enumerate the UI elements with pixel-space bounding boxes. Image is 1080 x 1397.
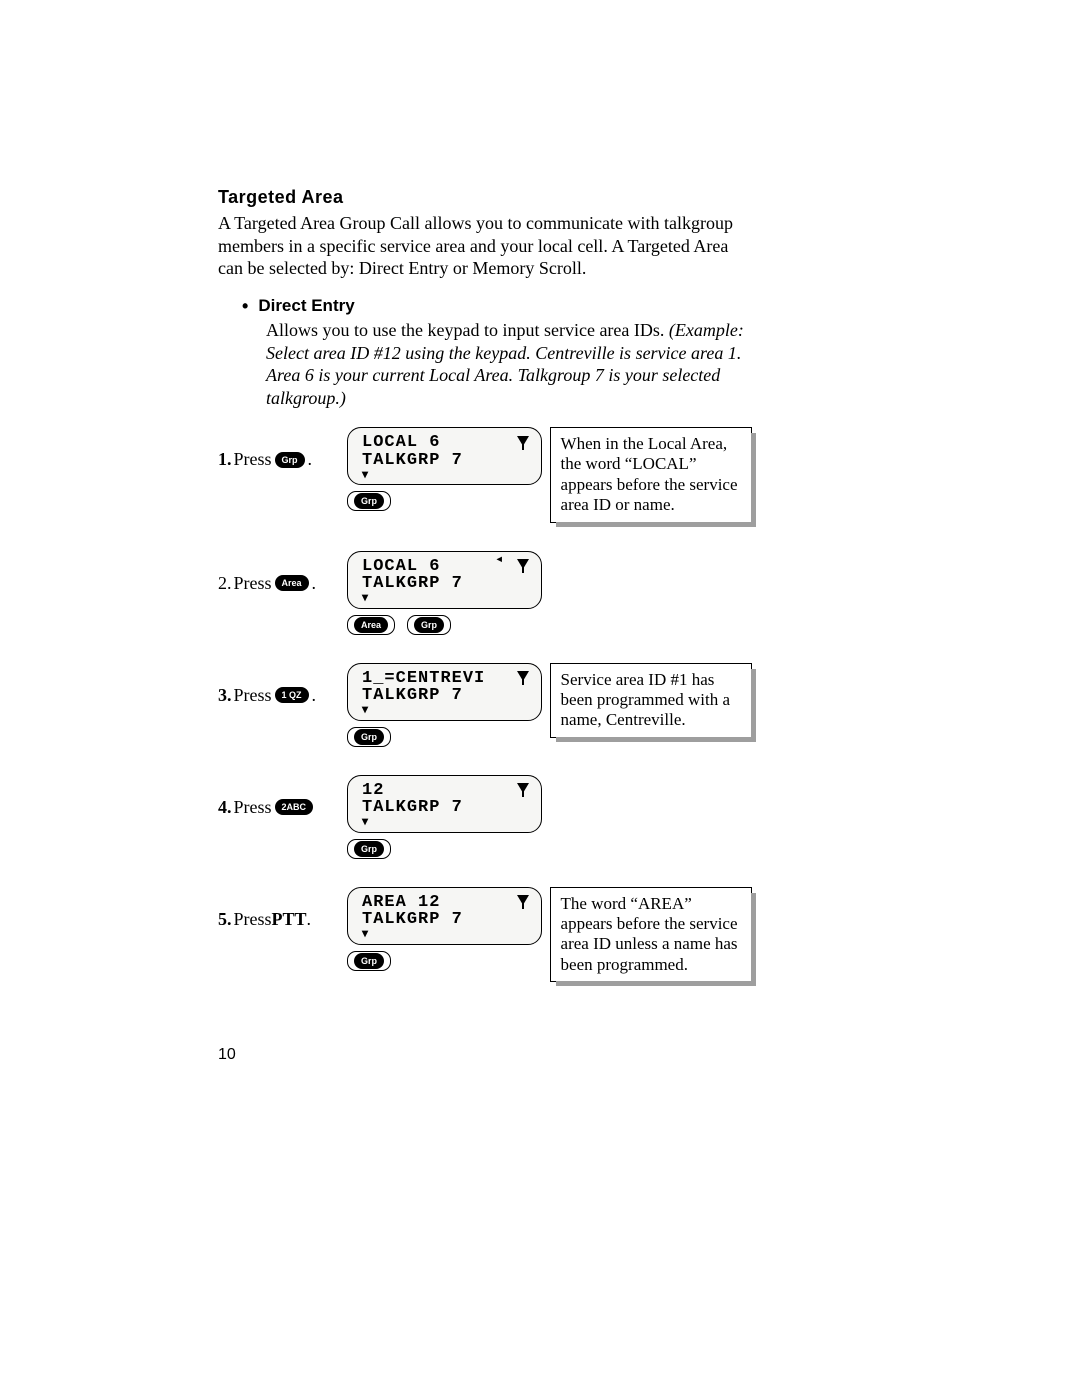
page: Targeted Area A Targeted Area Group Call…	[0, 0, 1080, 1397]
period: .	[312, 685, 317, 706]
step-1: 1. Press Grp . LOCAL 6 TALKGRP 7	[218, 427, 752, 523]
step-display: LOCAL 6 TALKGRP 7 ▾ Grp	[347, 427, 546, 511]
page-number: 10	[218, 1046, 236, 1064]
step-5: 5. Press PTT . AREA 12 TALKGRP 7	[218, 887, 752, 983]
step-number: 2.	[218, 573, 232, 594]
area-key: Area	[275, 575, 309, 591]
step-number: 4.	[218, 797, 232, 818]
lcd-line1: LOCAL 6	[362, 558, 440, 576]
step-display: AREA 12 TALKGRP 7 ▾ Grp	[347, 887, 546, 971]
press-label: Press	[234, 449, 272, 470]
softkey-outline: Area	[347, 615, 395, 635]
one-key: 1 QZ	[275, 687, 309, 703]
callout-box: Service area ID #1 has been programmed w…	[550, 663, 752, 738]
sub-body: Allows you to use the keypad to input se…	[266, 319, 752, 409]
lcd-line1: 1_=CENTREVI	[362, 670, 485, 688]
antenna-icon	[517, 671, 531, 685]
softkeys: Grp	[347, 951, 546, 971]
softkeys: Grp	[347, 839, 546, 859]
step-instruction: 2. Press Area .	[218, 551, 347, 594]
grp-key: Grp	[354, 729, 384, 745]
step-instruction: 5. Press PTT .	[218, 887, 347, 930]
press-label: Press	[234, 909, 272, 930]
grp-key: Grp	[414, 617, 444, 633]
step-display: 12 TALKGRP 7 ▾ Grp	[347, 775, 546, 859]
lcd-line1: AREA 12	[362, 894, 440, 912]
two-key: 2ABC	[275, 799, 314, 815]
sub-list: • Direct Entry Allows you to use the key…	[242, 296, 752, 410]
period: .	[308, 449, 313, 470]
grp-key: Grp	[354, 953, 384, 969]
antenna-icon	[517, 783, 531, 797]
step-instruction: 4. Press 2ABC	[218, 775, 347, 818]
step-callout-col: The word “AREA” appears before the servi…	[550, 887, 752, 983]
step-2: 2. Press Area . LOCAL 6	[218, 551, 752, 635]
lcd-screen: 12 TALKGRP 7 ▾	[347, 775, 542, 833]
lcd-screen: 1_=CENTREVI TALKGRP 7 ▾	[347, 663, 542, 721]
callout-box: When in the Local Area, the word “LOCAL”…	[550, 427, 752, 523]
step-display: LOCAL 6 TALKGRP 7 ▾ Area	[347, 551, 546, 635]
grp-key: Grp	[354, 841, 384, 857]
period: .	[307, 909, 312, 930]
step-number: 1.	[218, 449, 232, 470]
content: Targeted Area A Targeted Area Group Call…	[218, 187, 752, 1010]
sub-heading: Direct Entry	[258, 296, 354, 318]
lcd-caret-icon: ▾	[362, 815, 531, 828]
bullet: •	[242, 296, 248, 318]
lcd-line1: LOCAL 6	[362, 434, 440, 452]
period: .	[312, 573, 317, 594]
antenna-icon	[517, 559, 531, 573]
softkey-outline: Grp	[347, 951, 391, 971]
signal-icon	[497, 559, 515, 573]
softkey-outline: Grp	[347, 491, 391, 511]
lcd-screen: LOCAL 6 TALKGRP 7 ▾	[347, 551, 542, 609]
grp-key: Grp	[275, 452, 305, 468]
lcd-line1: 12	[362, 782, 384, 800]
callout-box: The word “AREA” appears before the servi…	[550, 887, 752, 983]
step-callout-col: Service area ID #1 has been programmed w…	[550, 663, 752, 738]
antenna-icon	[517, 895, 531, 909]
lcd-caret-icon: ▾	[362, 927, 531, 940]
lcd-caret-icon: ▾	[362, 468, 531, 481]
step-instruction: 3. Press 1 QZ .	[218, 663, 347, 706]
lcd-caret-icon: ▾	[362, 703, 531, 716]
softkeys: Area Grp	[347, 615, 546, 635]
grp-key: Grp	[354, 493, 384, 509]
softkey-outline: Grp	[347, 839, 391, 859]
step-callout-col: When in the Local Area, the word “LOCAL”…	[550, 427, 752, 523]
softkeys: Grp	[347, 727, 546, 747]
lcd-screen: LOCAL 6 TALKGRP 7 ▾	[347, 427, 542, 485]
softkeys: Grp	[347, 491, 546, 511]
lcd-caret-icon: ▾	[362, 591, 531, 604]
ptt-label: PTT	[272, 909, 307, 930]
steps: 1. Press Grp . LOCAL 6 TALKGRP 7	[218, 427, 752, 982]
press-label: Press	[234, 685, 272, 706]
press-label: Press	[234, 573, 272, 594]
intro-paragraph: A Targeted Area Group Call allows you to…	[218, 212, 752, 280]
sub-body-plain: Allows you to use the keypad to input se…	[266, 320, 669, 340]
area-key: Area	[354, 617, 388, 633]
softkey-outline: Grp	[347, 727, 391, 747]
lcd-screen: AREA 12 TALKGRP 7 ▾	[347, 887, 542, 945]
antenna-icon	[517, 436, 531, 450]
press-label: Press	[234, 797, 272, 818]
softkey-outline: Grp	[407, 615, 451, 635]
step-number: 5.	[218, 909, 232, 930]
step-display: 1_=CENTREVI TALKGRP 7 ▾ Grp	[347, 663, 546, 747]
step-4: 4. Press 2ABC 12 TALKGRP 7 ▾	[218, 775, 752, 859]
step-number: 3.	[218, 685, 232, 706]
step-instruction: 1. Press Grp .	[218, 427, 347, 470]
step-3: 3. Press 1 QZ . 1_=CENTREVI TALKGRP 7	[218, 663, 752, 747]
section-heading: Targeted Area	[218, 187, 752, 208]
